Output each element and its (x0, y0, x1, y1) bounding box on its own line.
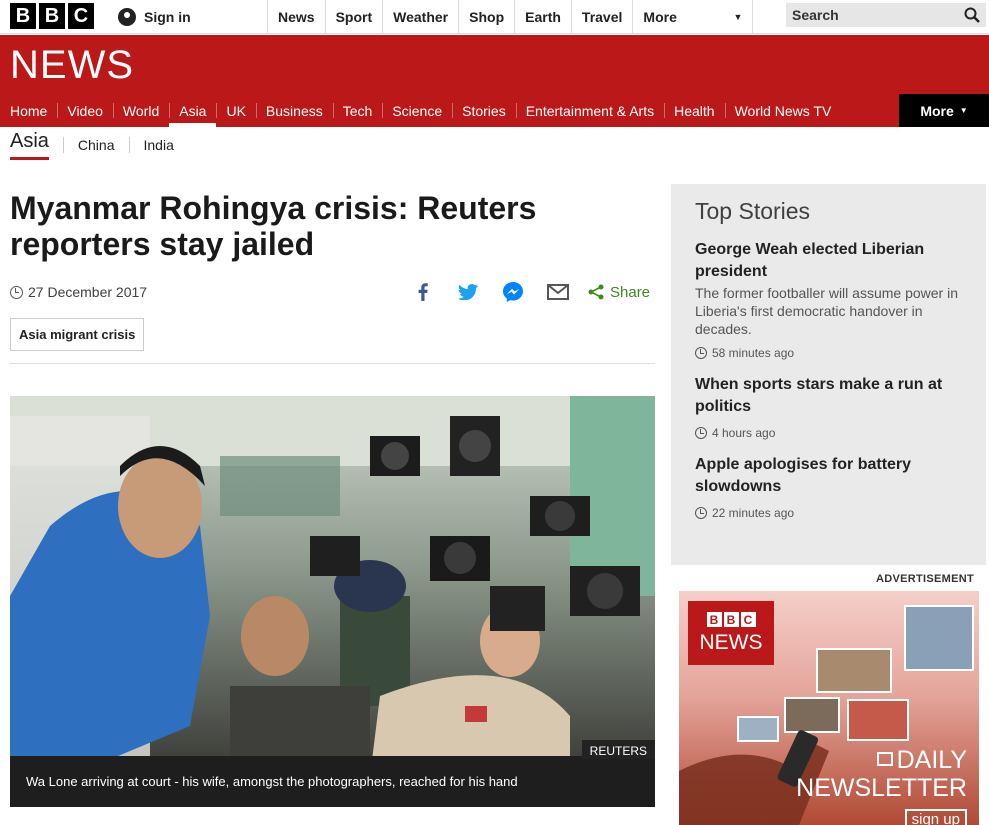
top-story-title[interactable]: When sports stars make a run at politics (695, 376, 942, 415)
top-story-timestamp: 58 minutes ago (695, 346, 962, 360)
section-nav-video[interactable]: Video (57, 94, 113, 127)
sub-nav: Asia China India (10, 130, 188, 160)
advertisement-label: ADVERTISEMENT (876, 573, 975, 585)
top-story-timestamp: 22 minutes ago (695, 506, 962, 520)
mail-icon (546, 284, 569, 300)
caret-down-icon: ▼ (959, 106, 968, 115)
section-nav-entertainment-arts[interactable]: Entertainment & Arts (515, 94, 664, 127)
share-label: Share (610, 283, 651, 301)
facebook-share-button[interactable] (400, 282, 445, 302)
top-story-timestamp: 4 hours ago (695, 426, 962, 440)
bbc-logo-letter: B (39, 3, 65, 29)
section-nav-home[interactable]: Home (0, 94, 57, 127)
facebook-icon (418, 283, 428, 301)
section-nav-business[interactable]: Business (255, 94, 333, 127)
share-icon (588, 284, 604, 300)
sub-nav-current-asia[interactable]: Asia (10, 130, 49, 160)
clock-icon (695, 347, 707, 359)
share-button[interactable]: Share (588, 282, 650, 302)
top-story-title[interactable]: Apple apologises for battery slowdowns (695, 456, 911, 495)
article-headline: Myanmar Rohingya crisis: Reuters reporte… (10, 190, 537, 262)
user-icon (118, 7, 136, 26)
sign-in-link[interactable]: Sign in (118, 0, 268, 33)
article-photo: REUTERS Wa Lone arriving at court - his … (10, 396, 655, 807)
section-nav-stories[interactable]: Stories (452, 94, 516, 127)
messenger-share-button[interactable] (490, 282, 535, 302)
article-date: 27 December 2017 (10, 284, 147, 300)
caret-down-icon: ▼ (733, 12, 743, 22)
envelope-icon (876, 752, 893, 767)
search-icon[interactable] (964, 7, 980, 23)
top-story-ago: 22 minutes ago (712, 506, 795, 520)
global-nav-travel[interactable]: Travel (572, 0, 634, 34)
sub-nav-india[interactable]: India (128, 137, 188, 153)
global-nav-earth[interactable]: Earth (515, 0, 572, 34)
image-caption: Wa Lone arriving at court - his wife, am… (10, 759, 655, 807)
ad-daily: DAILY (896, 746, 967, 774)
ad-newsletter: NEWSLETTER (796, 774, 967, 802)
section-nav-uk[interactable]: UK (216, 94, 255, 127)
section-nav-science[interactable]: Science (382, 94, 452, 127)
news-banner: NEWS (0, 35, 989, 94)
twitter-share-button[interactable] (445, 282, 490, 302)
section-nav-world-news-tv[interactable]: World News TV (724, 94, 842, 127)
top-story-ago: 58 minutes ago (712, 346, 795, 360)
more-label: More (643, 9, 677, 25)
article-date-text: 27 December 2017 (28, 284, 148, 300)
newsletter-advert[interactable]: B B C NEWS DAILY NEWSLETTER sign up (679, 591, 979, 825)
news-logo[interactable]: NEWS (10, 43, 134, 88)
messenger-icon (502, 282, 523, 302)
global-nav-weather[interactable]: Weather (383, 0, 460, 34)
bbc-logo-letter: B (10, 3, 36, 29)
global-nav-news[interactable]: News (268, 0, 326, 34)
section-nav-health[interactable]: Health (664, 94, 724, 127)
sign-in-label: Sign in (144, 8, 191, 25)
ad-headline: DAILY NEWSLETTER (796, 746, 967, 802)
top-story-summary: The former footballer will assume power … (695, 285, 958, 337)
share-tools: Share (400, 282, 650, 302)
bbc-logo-letter: C (68, 3, 94, 29)
global-nav-more-button[interactable]: More ▼ (633, 0, 754, 34)
search-placeholder: Search (792, 7, 839, 23)
clock-icon (695, 427, 707, 439)
section-nav-world[interactable]: World (112, 94, 169, 127)
twitter-icon (457, 284, 478, 300)
section-nav-tech[interactable]: Tech (332, 94, 383, 127)
global-header: B B C Sign in News Sport Weather Shop Ea… (0, 0, 989, 34)
top-story-item[interactable]: When sports stars make a run at politics… (695, 374, 962, 440)
search-input[interactable]: Search (786, 3, 986, 27)
bbc-logo[interactable]: B B C (10, 3, 94, 29)
ad-signup-button[interactable]: sign up (904, 809, 967, 825)
top-story-ago: 4 hours ago (712, 426, 776, 440)
top-story-item[interactable]: George Weah elected Liberian president T… (695, 239, 962, 360)
global-nav-shop[interactable]: Shop (459, 0, 516, 34)
section-nav-asia[interactable]: Asia (169, 94, 217, 127)
clock-icon (10, 285, 23, 299)
court-crowd-photo (10, 396, 655, 807)
top-story-item[interactable]: Apple apologises for battery slowdowns 2… (695, 454, 962, 520)
clock-icon (695, 507, 707, 519)
section-nav: Home Video World Asia UK Business Tech S… (0, 94, 989, 127)
email-share-button[interactable] (535, 282, 580, 302)
top-stories-heading: Top Stories (695, 198, 811, 224)
global-nav-sport[interactable]: Sport (326, 0, 384, 34)
more-label: More (920, 102, 954, 119)
sub-nav-china[interactable]: China (62, 137, 129, 153)
divider (10, 363, 655, 364)
section-nav-more-button[interactable]: More ▼ (899, 94, 989, 127)
global-nav: News Sport Weather Shop Earth Travel Mor… (268, 0, 754, 34)
topic-tag[interactable]: Asia migrant crisis (10, 318, 145, 351)
top-story-title[interactable]: George Weah elected Liberian president (695, 241, 924, 280)
top-stories: Top Stories George Weah elected Liberian… (671, 184, 986, 565)
